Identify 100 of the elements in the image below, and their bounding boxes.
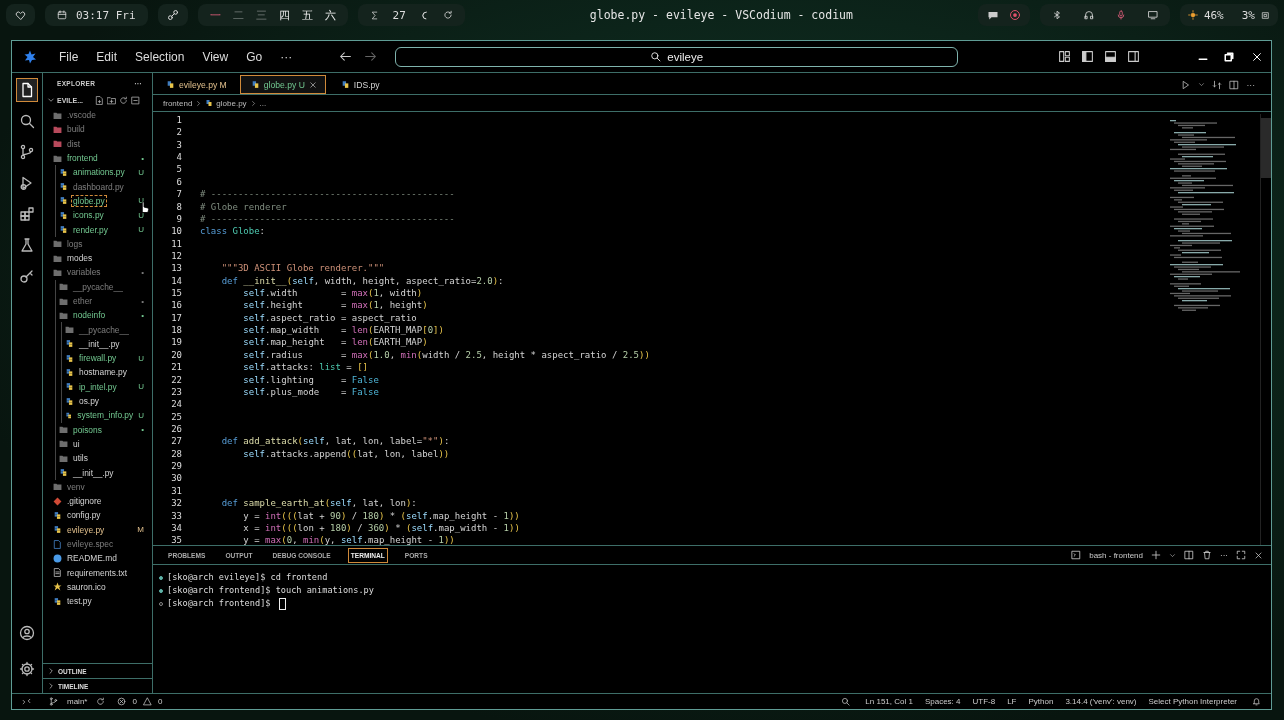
status-item[interactable]: Select Python Interpreter xyxy=(1145,697,1240,706)
toggle-secondary-sidebar-icon[interactable] xyxy=(1127,50,1140,63)
file-tree-item[interactable]: icons.py xyxy=(72,210,105,221)
menu-item[interactable]: Go xyxy=(237,49,272,64)
menu-item[interactable]: Selection xyxy=(126,49,194,64)
file-tree-item[interactable]: __init__.py xyxy=(78,338,121,349)
close-icon[interactable] xyxy=(1251,50,1263,63)
menu-item[interactable]: ··· xyxy=(271,49,302,64)
workspace-button[interactable]: 二 xyxy=(232,7,244,23)
zoom-icon[interactable] xyxy=(841,697,851,706)
branch-icon[interactable] xyxy=(49,697,58,706)
forward-arrow-icon[interactable] xyxy=(364,50,378,63)
file-tree-item[interactable]: ether xyxy=(72,296,94,306)
branch-name[interactable]: main* xyxy=(64,697,91,706)
file-tree-item[interactable]: frontend xyxy=(66,153,99,164)
file-tree-item[interactable]: hostname.py xyxy=(78,367,128,378)
file-tree-item[interactable]: sauron.ico xyxy=(66,581,107,592)
file-tree-item[interactable]: utils xyxy=(72,453,89,464)
file-tree-item[interactable]: __init__.py xyxy=(72,467,115,478)
file-tree-item[interactable]: .gitignore xyxy=(66,496,103,507)
file-tree-item[interactable]: __pycache__ xyxy=(72,281,124,292)
status-item[interactable]: 3.14.4 ('venv': venv) xyxy=(1062,697,1140,706)
warning-icon[interactable] xyxy=(142,697,152,706)
file-tree-item[interactable]: globe.py xyxy=(72,195,106,206)
breadcrumb-item[interactable]: globe.py xyxy=(216,98,247,108)
file-tree-item[interactable]: evileye.py xyxy=(66,524,106,535)
link-icon[interactable] xyxy=(166,9,179,21)
workspace-button[interactable]: 四 xyxy=(278,7,290,23)
file-tree-item[interactable]: ip_intel.py xyxy=(78,381,118,392)
heart-icon[interactable] xyxy=(15,9,26,21)
menu-item[interactable]: Edit xyxy=(87,49,127,64)
file-tree-item[interactable]: os.py xyxy=(78,396,101,407)
file-tree-item[interactable]: animations.py xyxy=(72,167,126,178)
monitor-icon[interactable] xyxy=(1147,10,1158,20)
file-tree-item[interactable]: render.py xyxy=(72,224,109,235)
more-actions[interactable]: ··· xyxy=(1220,550,1228,560)
collapse-all-icon[interactable] xyxy=(131,95,140,105)
maximize-icon[interactable] xyxy=(1223,50,1235,63)
layout-icon[interactable] xyxy=(1058,50,1071,63)
error-icon[interactable] xyxy=(117,697,127,706)
back-arrow-icon[interactable] xyxy=(339,50,353,63)
breadcrumb-item[interactable]: frontend xyxy=(163,98,193,108)
sync-icon[interactable] xyxy=(96,697,106,706)
file-tree-item[interactable]: firewall.py xyxy=(78,353,118,364)
status-item[interactable]: Ln 151, Col 1 xyxy=(862,697,916,706)
status-item[interactable]: Spaces: 4 xyxy=(921,697,964,706)
toggle-panel-icon[interactable] xyxy=(1104,50,1117,63)
menu-item[interactable]: View xyxy=(193,49,238,64)
breadcrumb-item[interactable]: ... xyxy=(259,98,267,108)
chevron-down-icon[interactable] xyxy=(1169,551,1176,559)
file-tree-item[interactable]: dashboard.py xyxy=(72,181,125,192)
toggle-sidebar-icon[interactable] xyxy=(1081,50,1094,63)
record-icon[interactable] xyxy=(1008,9,1021,21)
more-actions[interactable]: ··· xyxy=(1246,79,1255,90)
file-tree-item[interactable]: requirements.txt xyxy=(66,567,129,578)
maximize-panel-icon[interactable] xyxy=(1236,550,1246,560)
split-terminal-icon[interactable] xyxy=(1184,550,1194,560)
file-tree-item[interactable]: modes xyxy=(66,253,94,264)
file-tree-item[interactable]: poisons xyxy=(72,424,103,435)
plus-icon[interactable] xyxy=(1151,550,1161,560)
compare-icon[interactable] xyxy=(1212,79,1223,90)
status-item[interactable]: UTF-8 xyxy=(969,697,999,706)
editor-tab[interactable]: IDS.py xyxy=(329,75,410,94)
file-tree-item[interactable]: venv xyxy=(66,481,86,492)
warning-count[interactable]: 0 xyxy=(157,697,163,706)
close-icon[interactable] xyxy=(1254,550,1263,560)
file-tree-item[interactable]: logs xyxy=(66,238,84,249)
chevron-down-icon[interactable] xyxy=(1198,81,1206,88)
workspace-button[interactable]: 一 xyxy=(209,7,221,23)
editor-tab[interactable]: globe.py U xyxy=(239,75,326,94)
new-folder-icon[interactable] xyxy=(107,95,116,105)
split-editor-icon[interactable] xyxy=(1229,79,1240,90)
status-item[interactable]: LF xyxy=(1004,697,1020,706)
file-tree-item[interactable]: __pycache__ xyxy=(78,324,130,335)
file-tree-item[interactable]: .vscode xyxy=(66,110,97,121)
file-tree-item[interactable]: dist xyxy=(66,138,82,149)
editor-tab[interactable]: evileye.py M xyxy=(155,75,236,94)
file-tree-item[interactable]: nodeinfo xyxy=(72,310,107,321)
file-tree-item[interactable]: config.py xyxy=(66,510,102,521)
microphone-icon[interactable] xyxy=(1115,10,1126,20)
menu-item[interactable]: File xyxy=(50,49,88,64)
bell-icon[interactable] xyxy=(1252,697,1261,706)
file-tree-item[interactable]: ui xyxy=(72,438,81,449)
refresh-icon[interactable] xyxy=(119,95,128,105)
run-icon[interactable] xyxy=(1181,79,1192,90)
error-count[interactable]: 0 xyxy=(132,697,137,706)
status-item[interactable]: Python xyxy=(1025,697,1057,706)
file-tree-item[interactable]: system_info.py xyxy=(76,410,135,421)
terminal-name[interactable]: bash - frontend xyxy=(1089,550,1143,560)
scrollbar-thumb[interactable] xyxy=(1261,118,1271,178)
new-file-icon[interactable] xyxy=(95,95,104,105)
workspace-button[interactable]: 六 xyxy=(324,7,336,23)
refresh-icon[interactable] xyxy=(442,10,453,20)
headphones-icon[interactable] xyxy=(1083,10,1094,20)
files-button[interactable] xyxy=(16,78,38,102)
chevron-down-icon[interactable] xyxy=(47,96,55,104)
file-tree-item[interactable]: variables xyxy=(66,267,102,278)
file-tree-item[interactable]: test.py xyxy=(66,596,93,607)
command-center-search[interactable]: evileye xyxy=(395,46,959,67)
chat-icon[interactable] xyxy=(986,9,999,21)
